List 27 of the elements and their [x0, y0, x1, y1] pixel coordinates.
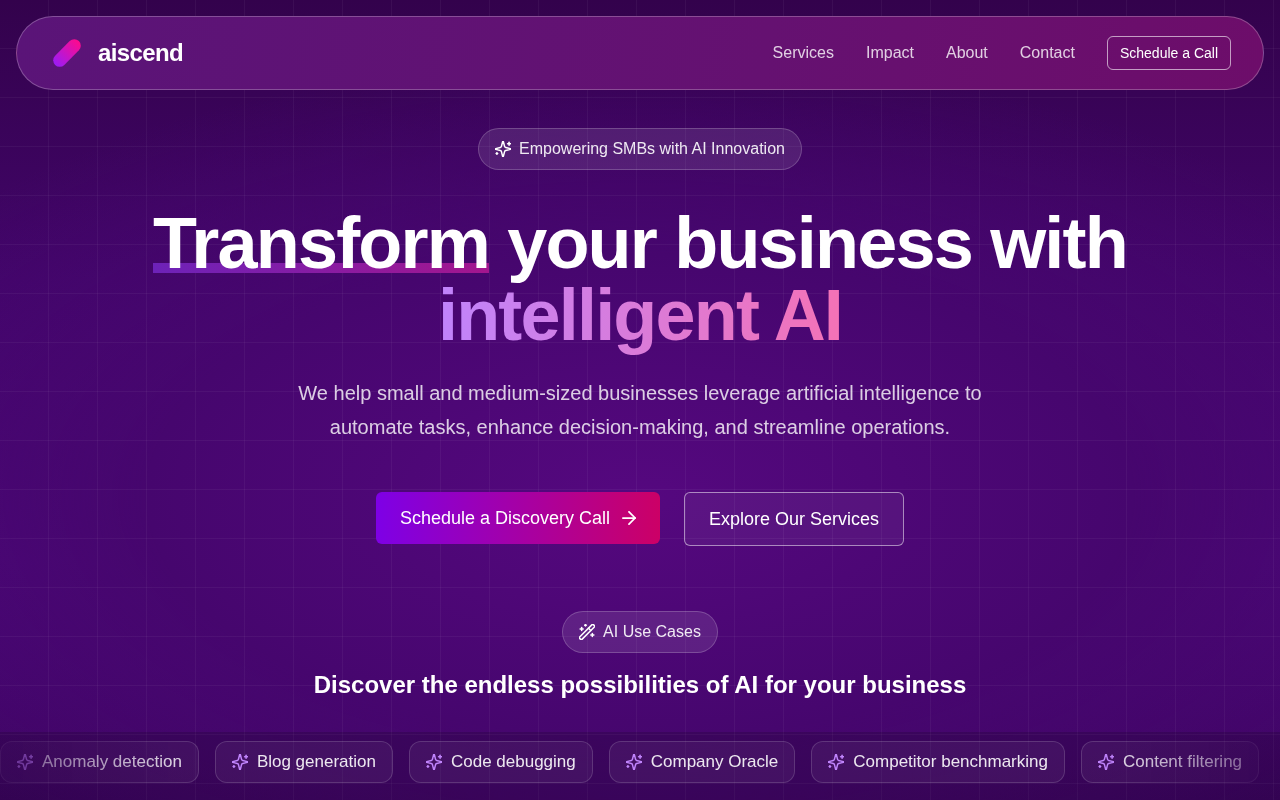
- arrow-right-icon: [622, 511, 636, 525]
- chip-label: Blog generation: [256, 751, 376, 774]
- nav-link[interactable]: Services: [772, 41, 834, 65]
- chip-label: Content filtering: [1122, 751, 1243, 774]
- badge-text: Empowering SMBs with AI Innovation: [519, 139, 785, 159]
- sparkles-icon: [625, 754, 642, 770]
- sparkles-icon: [1097, 754, 1114, 770]
- discovery-call-button[interactable]: Schedule a Discovery Call: [375, 492, 660, 544]
- schedule-call-button[interactable]: Schedule a Call: [1106, 36, 1231, 70]
- sparkles-icon: [231, 754, 248, 770]
- badge-text: AI Use Cases: [603, 622, 701, 642]
- chip-label: Code debugging: [450, 751, 576, 774]
- sparkles-icon: [17, 754, 33, 770]
- nav-link[interactable]: Contact: [1019, 41, 1075, 65]
- sparkles-icon: [828, 754, 845, 770]
- nav-link[interactable]: About: [946, 41, 988, 65]
- wand-icon: [579, 624, 596, 640]
- logo-text[interactable]: aiscend: [98, 37, 184, 69]
- sparkles-icon: [425, 754, 442, 770]
- chip-label: Company Oracle: [650, 751, 779, 774]
- chip-label: Competitor benchmarking: [853, 751, 1048, 774]
- chip-label: Anomaly detection: [42, 751, 182, 774]
- nav-link[interactable]: Impact: [865, 41, 914, 65]
- explore-services-button[interactable]: Explore Our Services: [684, 492, 905, 546]
- sparkles-icon: [495, 141, 512, 157]
- hero-description: We help small and medium-sized businesses leverage artificial intelligence to automate tasks, enhance decision-making, and streamline operations.: [297, 381, 983, 440]
- use-cases-title: Discover the endless possibilities of AI for your business: [313, 670, 967, 700]
